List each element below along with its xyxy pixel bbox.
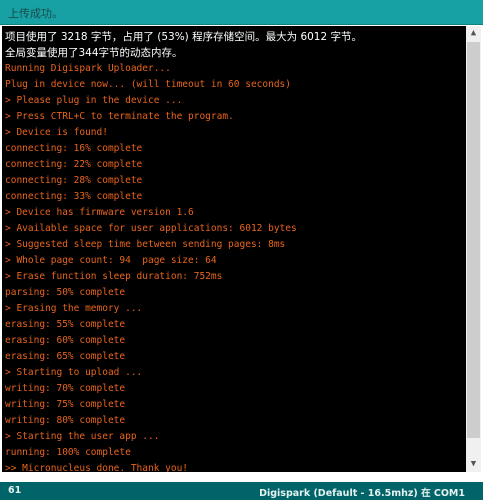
console-output-line: > Please plug in the device ... (5, 95, 183, 106)
console-info-line: 全局变量使用了344字节的动态内存。 (5, 47, 183, 59)
status-bar: 上传成功。 (0, 0, 483, 25)
console-output-line: > Erasing the memory ... (5, 303, 143, 314)
console-info-line: 项目使用了 3218 字节，占用了 (53%) 程序存储空间。最大为 6012 … (5, 31, 362, 43)
scroll-down-icon[interactable]: ▼ (466, 457, 481, 472)
console-output-line: > Erase function sleep duration: 752ms (5, 271, 223, 282)
console-output-line: > Device is found! (5, 127, 108, 138)
console-output-line: > Whole page count: 94 page size: 64 (5, 255, 217, 266)
upload-status: 上传成功。 (8, 7, 63, 20)
console-output-line: > Suggested sleep time between sending p… (5, 239, 286, 250)
console-output-line: connecting: 33% complete (5, 191, 143, 202)
console-output-line: > Press CTRL+C to terminate the program. (5, 111, 234, 122)
console-output-line: connecting: 28% complete (5, 175, 143, 186)
console-output-line: erasing: 60% complete (5, 335, 126, 346)
console-output-line: >> Micronucleus done. Thank you! (5, 463, 189, 472)
console-output-line: Plug in device now... (will timeout in 6… (5, 79, 291, 90)
footer-bar: 61 Digispark (Default - 16.5mhz) 在 COM1 (0, 482, 483, 500)
console-output-line: connecting: 16% complete (5, 143, 143, 154)
console-output-line: erasing: 65% complete (5, 351, 126, 362)
console-output-line: parsing: 50% complete (5, 287, 126, 298)
console-output-line: writing: 75% complete (5, 399, 126, 410)
console-output: 项目使用了 3218 字节，占用了 (53%) 程序存储空间。最大为 6012 … (2, 26, 466, 472)
console-output-line: > Device has firmware version 1.6 (5, 207, 194, 218)
console-output-line: writing: 70% complete (5, 383, 126, 394)
console-output-line: Running Digispark Uploader... (5, 63, 171, 74)
board-info: Digispark (Default - 16.5mhz) 在 COM1 (259, 488, 465, 499)
console-output-line: writing: 80% complete (5, 415, 126, 426)
console-output-line: running: 100% complete (5, 447, 131, 458)
console-output-line: > Starting the user app ... (5, 431, 160, 442)
console-output-line: > Starting to upload ... (5, 367, 143, 378)
console-output-line: connecting: 22% complete (5, 159, 143, 170)
console-output-line: erasing: 55% complete (5, 319, 126, 330)
line-number: 61 (8, 485, 22, 496)
console-output-line: > Available space for user applications:… (5, 223, 297, 234)
scrollbar-thumb[interactable] (467, 42, 480, 438)
console-scrollbar[interactable]: ▲ ▼ (466, 26, 481, 472)
scroll-up-icon[interactable]: ▲ (466, 26, 481, 41)
